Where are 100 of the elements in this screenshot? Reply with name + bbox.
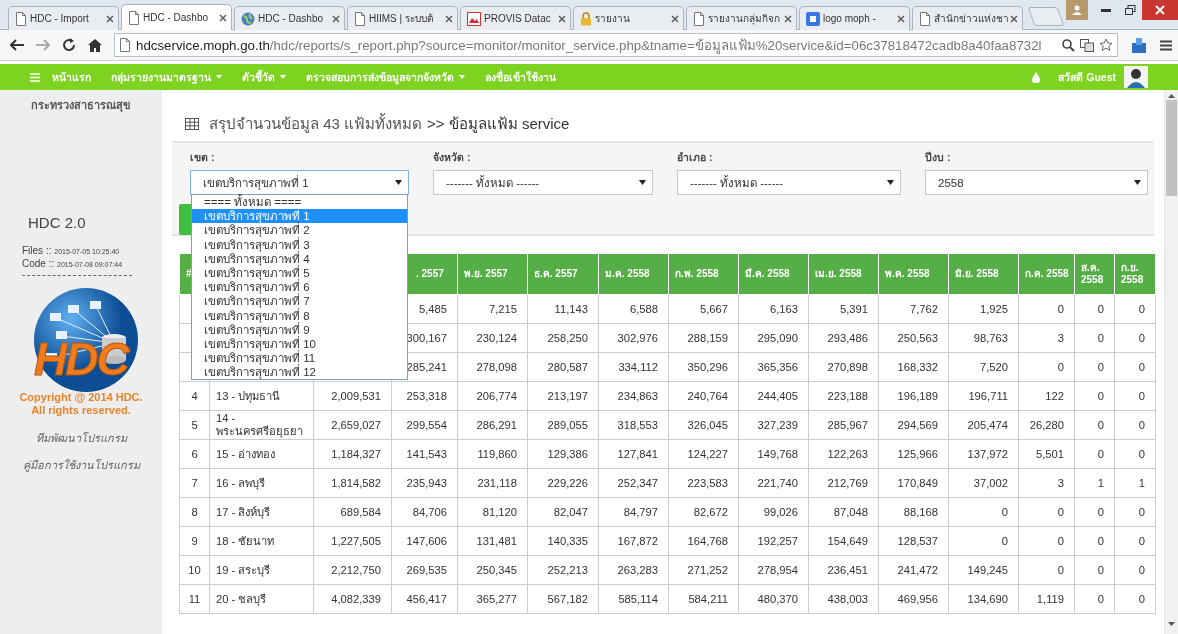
row-number: 10: [179, 555, 210, 585]
table-cell: 231,118: [457, 468, 528, 498]
table-cell: 206,774: [457, 381, 528, 411]
table-cell: 223,188: [808, 381, 879, 411]
table-cell: 0: [1074, 381, 1115, 411]
address-field[interactable]: hdcservice.moph.go.th/hdc/reports/s_report.php?source=monitor/monitor_service.php&tname=ข้อมูลแฟ้ม%20service&id=06c37818472cadb8a40faa8732l: [114, 33, 1118, 57]
star-icon[interactable]: [1099, 38, 1113, 52]
browser-tab[interactable]: HDC - Dashbo: [234, 6, 345, 30]
table-cell: 122: [1018, 381, 1075, 411]
dropdown-option[interactable]: ==== ทั้งหมด ====: [192, 195, 407, 210]
table-cell: 334,112: [598, 352, 669, 382]
scroll-thumb[interactable]: [1166, 100, 1177, 196]
close-icon[interactable]: [445, 14, 453, 23]
sidebar-link[interactable]: ทีมพัฒนาโปรแกรม: [0, 429, 162, 447]
row-number: 11: [179, 584, 210, 614]
close-icon[interactable]: [558, 14, 566, 23]
table-cell: 213,197: [527, 381, 599, 411]
filter-select[interactable]: ------- ทั้งหมด ------: [433, 170, 653, 195]
table-cell: 289,055: [527, 410, 599, 440]
dropdown-option[interactable]: เขตบริการสุขภาพที่ 2: [192, 223, 407, 238]
close-icon[interactable]: [106, 14, 114, 23]
column-header: ส.ค. 2558: [1081, 262, 1104, 285]
dropdown-option[interactable]: เขตบริการสุขภาพที่ 3: [192, 237, 407, 252]
table-cell: 0: [1114, 439, 1156, 469]
row-number: 8: [179, 497, 210, 527]
browser-tab[interactable]: PROVIS Datac: [460, 6, 571, 30]
table-cell: 0: [948, 497, 1019, 527]
browser-tab[interactable]: รายงานกลุ่มกิจก: [686, 6, 797, 30]
table-cell: 131,481: [457, 526, 528, 556]
table-cell: 456,417: [391, 584, 458, 614]
table-cell: 0: [1074, 410, 1115, 440]
table-cell: 229,226: [527, 468, 599, 498]
avatar-icon[interactable]: [1124, 66, 1148, 88]
sidebar-link[interactable]: คู่มือการใช้งานโปรแกรม: [0, 456, 162, 474]
home-icon[interactable]: [88, 38, 102, 52]
close-icon[interactable]: [332, 14, 340, 23]
table-cell: 252,213: [527, 555, 599, 585]
scroll-up-icon[interactable]: [1168, 94, 1175, 98]
browser-tab[interactable]: HDC - Import: [8, 6, 119, 30]
filter-label: ปีงบ :: [925, 150, 951, 165]
close-icon[interactable]: [897, 14, 905, 23]
province-cell: 20 - ชลบุรี: [209, 584, 314, 614]
filter-label: เขต :: [190, 150, 215, 165]
table-cell: 3: [1018, 323, 1075, 353]
browser-tab[interactable]: สำนักข่าวแห่งชา: [912, 6, 1023, 30]
table-cell: 258,250: [527, 323, 599, 353]
dropdown-option[interactable]: เขตบริการสุขภาพที่ 5: [192, 265, 407, 281]
table-cell: 196,189: [878, 381, 949, 411]
search-icon[interactable]: [1062, 38, 1075, 52]
back-icon[interactable]: [10, 39, 24, 51]
table-cell: 7,215: [457, 294, 528, 324]
column-header: ม.ค. 2558: [605, 268, 650, 279]
table-cell: 6,588: [598, 294, 669, 324]
browser-tab[interactable]: logo moph -: [799, 6, 910, 30]
row-number: 6: [179, 439, 210, 469]
dropdown-option[interactable]: เขตบริการสุขภาพที่ 6: [192, 280, 407, 295]
reload-icon[interactable]: [62, 38, 76, 52]
filter-select[interactable]: ------- ทั้งหมด ------: [677, 170, 901, 195]
close-icon[interactable]: [1010, 14, 1018, 23]
table-cell: 365,356: [738, 352, 809, 382]
close-icon[interactable]: [671, 14, 679, 23]
dropdown-option[interactable]: เขตบริการสุขภาพที่ 4: [192, 251, 407, 266]
column-header: มิ.ย. 2558: [955, 268, 999, 279]
profile-button[interactable]: [1066, 0, 1088, 20]
table-cell: 0: [1074, 439, 1115, 469]
province-cell: 13 - ปทุมธานี: [209, 381, 314, 411]
image-icon: [467, 11, 481, 26]
table-cell: 134,690: [948, 584, 1019, 614]
caret-icon: [639, 180, 646, 185]
table-cell: 250,345: [457, 555, 528, 585]
table-cell: 11,143: [527, 294, 599, 324]
browser-tab[interactable]: HDC - Dashbo: [121, 4, 232, 30]
table-cell: 2,659,027: [313, 410, 392, 440]
browser-tab[interactable]: รายงาน: [573, 6, 684, 30]
page-icon: [15, 11, 27, 26]
filter-select[interactable]: 2558: [925, 170, 1148, 195]
table-cell: 99,026: [738, 497, 809, 527]
table-cell: 585,114: [598, 584, 669, 614]
province-cell: 14 - พระนครศรีอยุธยา: [209, 410, 314, 440]
scroll-down-icon[interactable]: [1168, 622, 1175, 626]
close-icon[interactable]: [784, 14, 792, 23]
table-cell: 252,347: [598, 468, 669, 498]
table-cell: 469,956: [878, 584, 949, 614]
translate-icon[interactable]: [1080, 38, 1094, 52]
table-cell: 299,554: [391, 410, 458, 440]
province-cell: 19 - สระบุรี: [209, 555, 314, 585]
column-header: เม.ย. 2558: [815, 268, 862, 279]
table-cell: 164,768: [668, 526, 739, 556]
table-cell: 1,814,582: [313, 468, 392, 498]
extension-icon[interactable]: [1130, 36, 1148, 54]
table-cell: 26,280: [1018, 410, 1075, 440]
close-icon[interactable]: [219, 13, 227, 22]
caret-icon: [216, 75, 222, 79]
menu-icon[interactable]: [1160, 39, 1172, 51]
close-button[interactable]: [1142, 0, 1178, 20]
table-cell: 205,474: [948, 410, 1019, 440]
table-cell: 350,296: [668, 352, 739, 382]
table-cell: 5,391: [808, 294, 879, 324]
browser-tab[interactable]: HIIMS | ระบบต้: [347, 6, 458, 30]
table-cell: 1,119: [1018, 584, 1075, 614]
